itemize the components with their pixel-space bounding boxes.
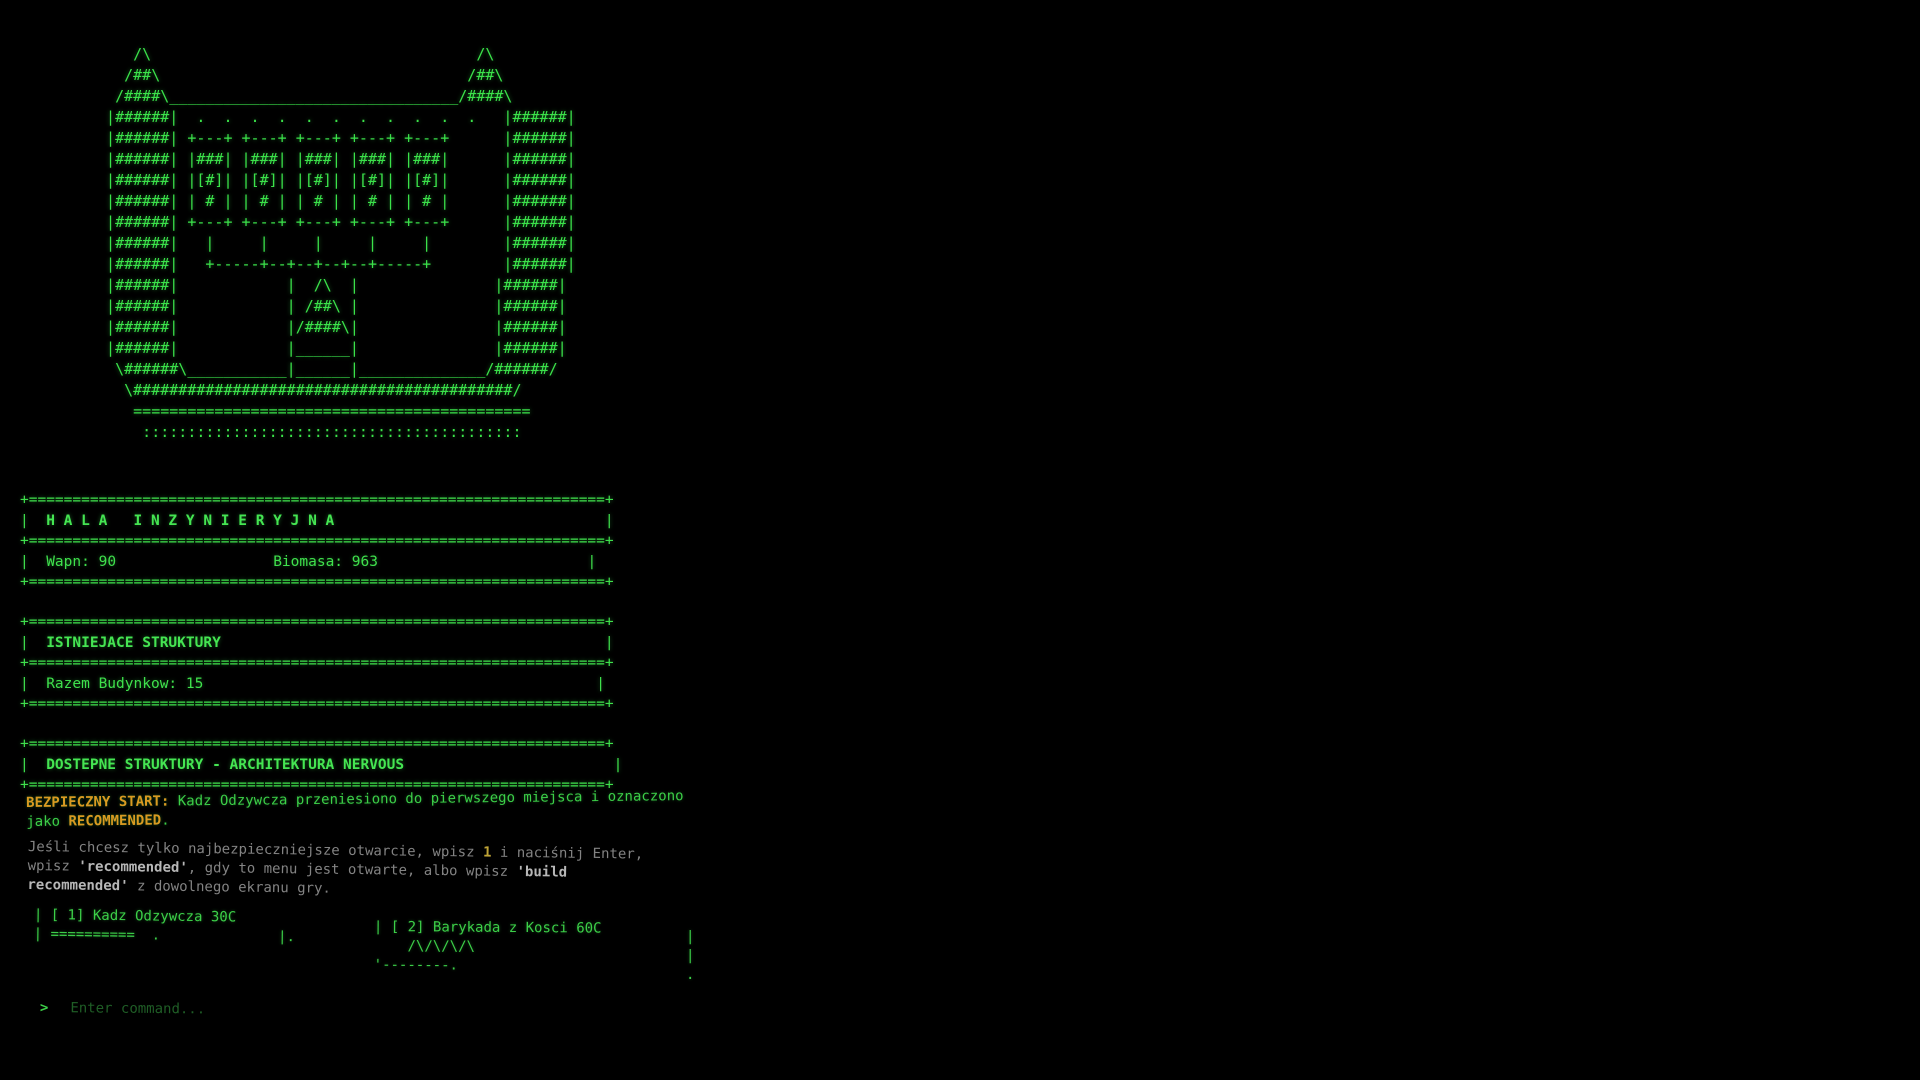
structure-card-nutrient-vat[interactable]: | [ 1] Kadz Odzywcza 30C | ========== . … (34, 906, 296, 947)
command-line: > (40, 998, 491, 1022)
structure-cards: | [ 1] Kadz Odzywcza 30C | ========== . … (34, 906, 695, 983)
hall-title: H A L A I N Z Y N I E R Y J N A (46, 512, 335, 529)
available-title: DOSTEPNE STRUKTURY - ARCHITEKTURA NERVOU… (46, 756, 405, 773)
existing-structures-panel: +=======================================… (20, 614, 614, 712)
structure-card-art: ========== . |. (50, 926, 296, 946)
recommended-tag: RECOMMENDED (68, 812, 162, 830)
hint-part-3: , gdy to menu jest otwarte, albo wpisz (187, 859, 509, 880)
castle-ascii-art: /\ /\ /##\ /##\ /####\__________________… (106, 45, 576, 441)
total-buildings-label: Razem Budynkow: (46, 675, 178, 692)
existing-title: ISTNIEJACE STRUKTURY (46, 634, 221, 651)
panel-border: +=======================================… (20, 655, 614, 671)
safe-start-notice: BEZPIECZNY START: Kadz Odzywcza przenies… (26, 787, 686, 832)
lime-value: 90 (98, 553, 117, 570)
lime-label: Wapn: (46, 553, 90, 570)
available-structures-panel: +=======================================… (20, 736, 623, 793)
hint-command-recommended: 'recommended' (78, 858, 188, 876)
hint-part-1: Jeśli chcesz tylko najbezpieczniejsze ot… (27, 838, 475, 861)
panel-border: +=======================================… (20, 736, 614, 752)
panel-border: +=======================================… (20, 492, 614, 508)
recommended-hint: Jeśli chcesz tylko najbezpieczniejsze ot… (27, 838, 668, 903)
hint-key: 1 (482, 844, 492, 861)
command-prompt: > (39, 999, 49, 1017)
panel-border: +=======================================… (20, 533, 614, 549)
command-input[interactable] (70, 1000, 491, 1020)
cards-right-border: | | . (686, 929, 695, 983)
game-screen: /\ /\ /##\ /##\ /####\__________________… (0, 0, 1920, 1080)
engineering-hall-panel: +=======================================… (20, 492, 614, 590)
biomass-label: Biomasa: (273, 553, 344, 570)
hint-part-4: z dowolnego ekranu gry. (136, 878, 331, 897)
panel-border: +=======================================… (20, 614, 614, 630)
structure-card-label[interactable]: [ 1] Kadz Odzywcza 30C (51, 907, 237, 925)
structure-card-label[interactable]: [ 2] Barykada z Kosci 60C (391, 919, 602, 936)
safe-start-end: . (161, 812, 170, 829)
total-buildings-value: 15 (185, 675, 204, 692)
panel-border: +=======================================… (20, 696, 614, 712)
biomass-value: 963 (351, 553, 378, 570)
panel-border: +=======================================… (20, 574, 614, 590)
safe-start-label: BEZPIECZNY START: (26, 793, 170, 811)
structure-card-bone-barricade[interactable]: | [ 2] Barykada z Kosci 60C /\/\/\/\ '--… (374, 918, 602, 977)
structure-card-art: /\/\/\/\ '--------. (373, 938, 476, 974)
